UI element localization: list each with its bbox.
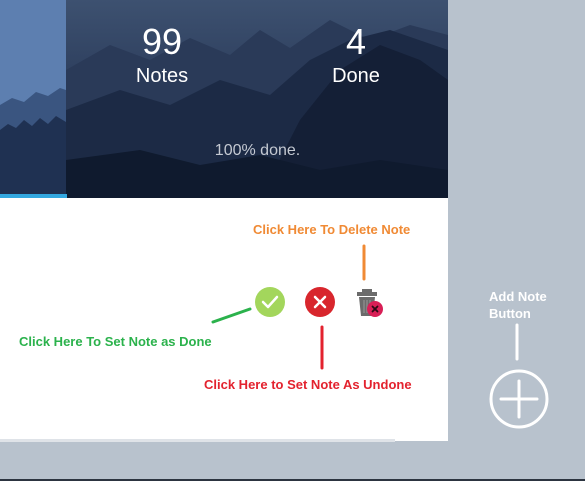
check-icon: [261, 295, 279, 309]
delete-note-button[interactable]: [352, 286, 386, 320]
close-icon: [313, 295, 327, 309]
set-undone-button[interactable]: [305, 287, 335, 317]
plus-icon: [489, 369, 549, 429]
trash-icon: [357, 289, 383, 317]
done-leader: [211, 307, 252, 324]
set-done-button[interactable]: [255, 287, 285, 317]
add-note-button[interactable]: [488, 368, 550, 430]
